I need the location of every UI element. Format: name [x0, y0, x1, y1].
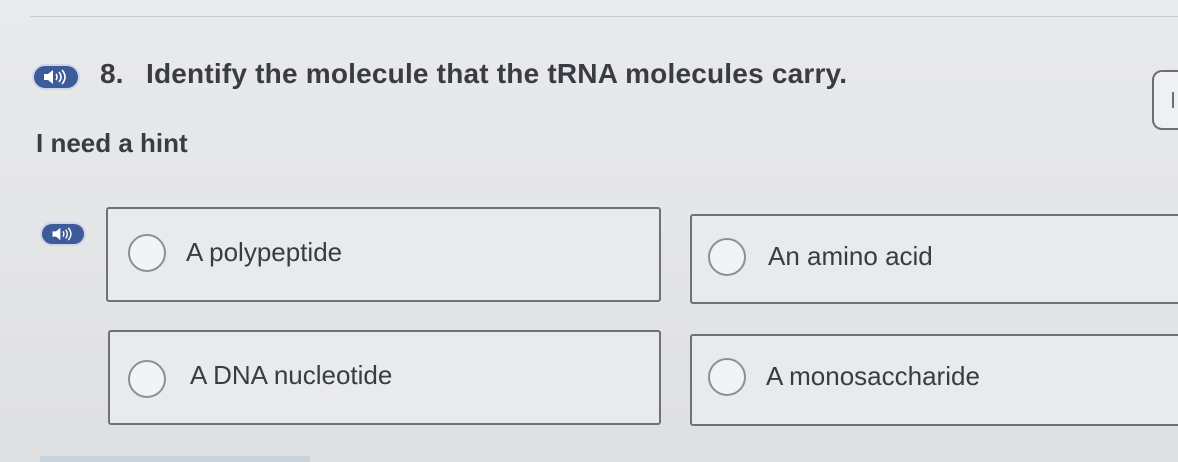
speaker-icon [41, 69, 71, 85]
radio-button[interactable] [128, 360, 166, 398]
option-label: An amino acid [768, 241, 933, 271]
option-label: A DNA nucleotide [190, 360, 393, 390]
text-caret [1172, 92, 1174, 108]
bottom-bar [40, 456, 310, 462]
radio-button[interactable] [128, 234, 166, 272]
option-label: A monosaccharide [766, 361, 980, 391]
hint-link[interactable]: I need a hint [36, 128, 188, 159]
options-audio-button[interactable] [42, 224, 84, 244]
answer-input[interactable] [1152, 70, 1178, 130]
radio-button[interactable] [708, 238, 746, 276]
option-an-amino-acid[interactable]: An amino acid [690, 214, 1178, 304]
option-a-dna-nucleotide[interactable]: A DNA nucleotide [108, 330, 661, 425]
question-number: 8. [100, 58, 124, 89]
option-a-polypeptide[interactable]: A polypeptide [106, 207, 661, 302]
option-label: A polypeptide [186, 237, 343, 267]
speaker-icon [49, 227, 77, 241]
option-a-monosaccharide[interactable]: A monosaccharide [690, 334, 1178, 426]
radio-button[interactable] [708, 358, 746, 396]
question-audio-button[interactable] [34, 66, 78, 88]
top-divider [30, 16, 1178, 17]
question-text: Identify the molecule that the tRNA mole… [146, 58, 848, 89]
